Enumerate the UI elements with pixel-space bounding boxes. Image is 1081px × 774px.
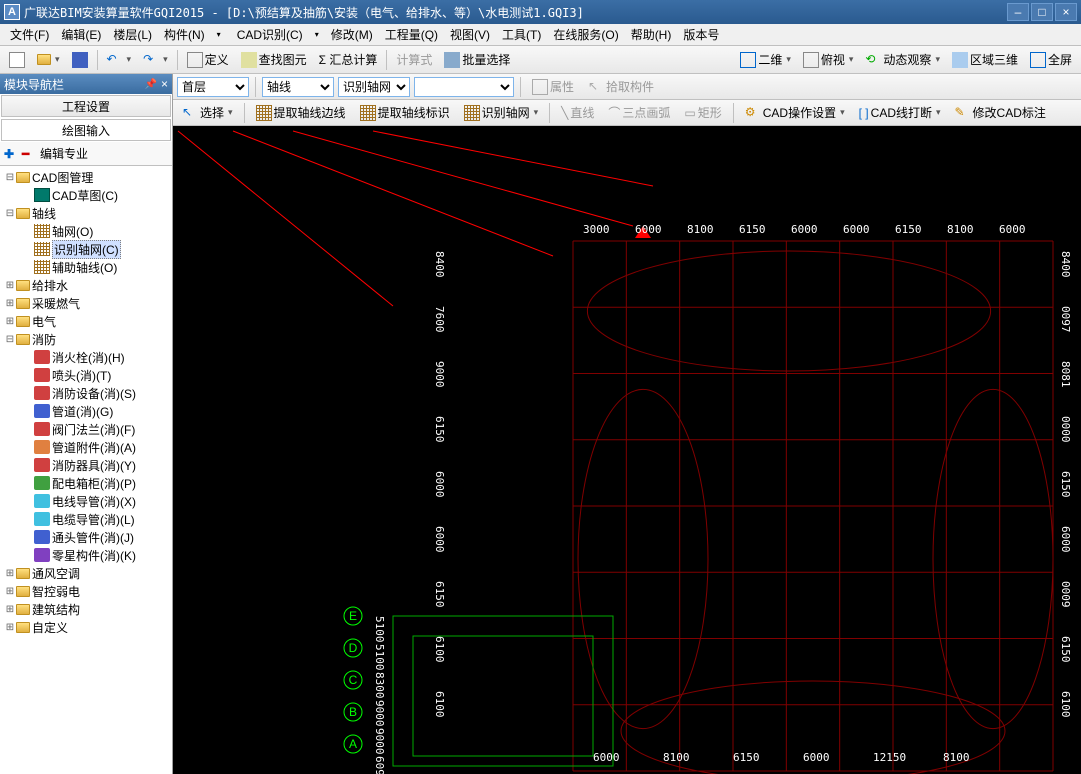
tree-item-3[interactable]: 轴网(O) — [2, 222, 170, 240]
summary-button[interactable]: Σ 汇总计算 — [314, 48, 383, 71]
tree-item-6[interactable]: ⊞给排水 — [2, 276, 170, 294]
tree-item-19[interactable]: 电缆导管(消)(L) — [2, 510, 170, 528]
recognize-axis-button[interactable]: 识别轴网 — [459, 101, 544, 124]
edit-label: 编辑专业 — [40, 145, 88, 162]
svg-text:B: B — [349, 705, 357, 719]
window-title: 广联达BIM安装算量软件GQI2015 - [D:\预结算及抽筋\安装（电气、给… — [24, 4, 1005, 21]
tree-item-16[interactable]: 消防器具(消)(Y) — [2, 456, 170, 474]
tree-item-25[interactable]: ⊞自定义 — [2, 618, 170, 636]
dynview-button[interactable]: ⟲动态观察 — [860, 48, 945, 71]
tree-item-17[interactable]: 配电箱柜(消)(P) — [2, 474, 170, 492]
add-icon[interactable]: ✚ — [4, 147, 18, 161]
minimize-button[interactable]: – — [1007, 3, 1029, 21]
tree-item-22[interactable]: ⊞通风空调 — [2, 564, 170, 582]
rect-button: ▭ 矩形 — [679, 101, 726, 124]
tab-drawing[interactable]: 绘图输入 — [1, 119, 171, 141]
svg-text:C: C — [349, 673, 358, 687]
cad-ops-button[interactable]: ⚙CAD操作设置 — [740, 101, 850, 124]
line-button: ╲ 直线 — [556, 101, 599, 124]
svg-text:D: D — [349, 641, 358, 655]
save-button[interactable] — [67, 49, 93, 71]
tree-item-15[interactable]: 管道附件(消)(A) — [2, 438, 170, 456]
menu-9[interactable]: 在线服务(O) — [547, 24, 624, 45]
menu-10[interactable]: 帮助(H) — [625, 24, 678, 45]
extract-label-button[interactable]: 提取轴线标识 — [355, 101, 455, 124]
fullscreen-button[interactable]: 全屏 — [1025, 48, 1077, 71]
maximize-button[interactable]: □ — [1031, 3, 1053, 21]
tree-item-8[interactable]: ⊞电气 — [2, 312, 170, 330]
menubar: 文件(F)编辑(E)楼层(L)构件(N)▾CAD识别(C)▾修改(M)工程量(Q… — [0, 24, 1081, 46]
menu-2[interactable]: 楼层(L) — [107, 24, 158, 45]
menu-6[interactable]: 工程量(Q) — [379, 24, 444, 45]
tab-engineering[interactable]: 工程设置 — [1, 95, 171, 117]
sidebar-header: 模块导航栏 📌 × — [0, 74, 172, 94]
main-toolbar: ↶ ↷ 定义 查找图元 Σ 汇总计算 计算式 批量选择 二维 俯视 ⟲动态观察 … — [0, 46, 1081, 74]
view2d-button[interactable]: 二维 — [735, 48, 796, 71]
tree-item-12[interactable]: 消防设备(消)(S) — [2, 384, 170, 402]
topview-button[interactable]: 俯视 — [798, 48, 859, 71]
tree-item-4[interactable]: 识别轴网(C) — [2, 240, 170, 258]
close-panel-icon[interactable]: × — [161, 77, 168, 91]
pick-button: ↖拾取构件 — [583, 75, 659, 98]
context-toolbar-1: 首层 轴线 识别轴网 属性 ↖拾取构件 — [173, 74, 1081, 100]
define-button[interactable]: 定义 — [182, 48, 234, 71]
tree-item-24[interactable]: ⊞建筑结构 — [2, 600, 170, 618]
tree-item-23[interactable]: ⊞智控弱电 — [2, 582, 170, 600]
tree-item-20[interactable]: 通头管件(消)(J) — [2, 528, 170, 546]
batch-button[interactable]: 批量选择 — [439, 48, 515, 71]
context-toolbar-2: ↖选择 提取轴线边线 提取轴线标识 识别轴网 ╲ 直线 ⌒ 三点画弧 ▭ 矩形 … — [173, 100, 1081, 126]
tree-item-9[interactable]: ⊟消防 — [2, 330, 170, 348]
extract-edge-button[interactable]: 提取轴线边线 — [251, 101, 351, 124]
redo-button[interactable]: ↷ — [138, 49, 173, 71]
app-icon: A — [4, 4, 20, 20]
attr-button: 属性 — [527, 75, 579, 98]
tree-item-1[interactable]: CAD草图(C) — [2, 186, 170, 204]
tree-item-0[interactable]: ⊟CAD图管理 — [2, 168, 170, 186]
drawing-canvas[interactable]: EDCBA30006000810061506000600061508100600… — [173, 126, 1081, 774]
close-button[interactable]: × — [1055, 3, 1077, 21]
calc-button: 计算式 — [391, 48, 437, 71]
tree-item-14[interactable]: 阀门法兰(消)(F) — [2, 420, 170, 438]
arc-button: ⌒ 三点画弧 — [603, 101, 675, 124]
tree-item-18[interactable]: 电线导管(消)(X) — [2, 492, 170, 510]
recognize-select[interactable]: 识别轴网 — [338, 77, 410, 97]
menu-3[interactable]: 构件(N) — [158, 24, 211, 45]
menu-0[interactable]: 文件(F) — [4, 24, 55, 45]
select-button[interactable]: ↖选择 — [177, 101, 238, 124]
svg-text:A: A — [349, 737, 357, 751]
open-button[interactable] — [32, 51, 65, 68]
tree-item-21[interactable]: 零星构件(消)(K) — [2, 546, 170, 564]
menu-7[interactable]: 视图(V) — [444, 24, 496, 45]
find-button[interactable]: 查找图元 — [236, 48, 312, 71]
tree-item-2[interactable]: ⊟轴线 — [2, 204, 170, 222]
cad-modify-button[interactable]: ✎修改CAD标注 — [950, 101, 1051, 124]
combo4[interactable] — [414, 77, 514, 97]
tree-item-11[interactable]: 喷头(消)(T) — [2, 366, 170, 384]
menu-5[interactable]: 修改(M) — [325, 24, 379, 45]
undo-button[interactable]: ↶ — [102, 49, 137, 71]
tree-item-7[interactable]: ⊞采暖燃气 — [2, 294, 170, 312]
menu-8[interactable]: 工具(T) — [496, 24, 547, 45]
menu-4[interactable]: CAD识别(C) — [231, 24, 309, 45]
floor-select[interactable]: 首层 — [177, 77, 249, 97]
remove-icon[interactable]: ━ — [22, 147, 36, 161]
tree-item-10[interactable]: 消火栓(消)(H) — [2, 348, 170, 366]
tree-item-13[interactable]: 管道(消)(G) — [2, 402, 170, 420]
svg-text:E: E — [349, 609, 357, 623]
new-button[interactable] — [4, 49, 30, 71]
region3d-button[interactable]: 区域三维 — [947, 48, 1023, 71]
edit-toolbar: ✚ ━ 编辑专业 — [0, 142, 172, 166]
axis-select[interactable]: 轴线 — [262, 77, 334, 97]
menu-11[interactable]: 版本号 — [677, 24, 725, 45]
menu-1[interactable]: 编辑(E) — [55, 24, 107, 45]
tree-view[interactable]: ⊟CAD图管理CAD草图(C)⊟轴线轴网(O)识别轴网(C)辅助轴线(O)⊞给排… — [0, 166, 172, 774]
pin-icon[interactable]: 📌 — [145, 79, 157, 90]
tree-item-5[interactable]: 辅助轴线(O) — [2, 258, 170, 276]
sidebar: 模块导航栏 📌 × 工程设置 绘图输入 ✚ ━ 编辑专业 ⊟CAD图管理CAD草… — [0, 74, 173, 774]
cad-break-button[interactable]: [ ]CAD线打断 — [854, 101, 946, 124]
